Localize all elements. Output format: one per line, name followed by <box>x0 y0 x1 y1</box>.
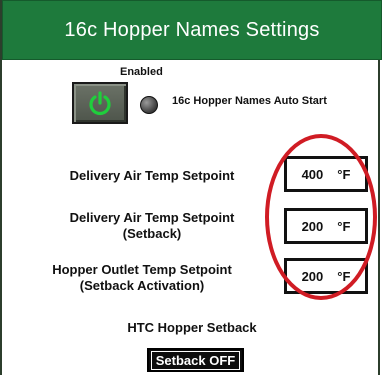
delivery-air-temp-setback-input[interactable]: 200 °F <box>284 208 368 244</box>
setpoint-label-3-line2: (Setback Activation) <box>79 278 205 293</box>
setpoint-label-3: Hopper Outlet Temp Setpoint (Setback Act… <box>12 262 272 294</box>
page-title: 16c Hopper Names Settings <box>64 18 320 41</box>
setpoint-label-1-line1: Delivery Air Temp Setpoint <box>69 168 235 183</box>
setpoint-label-3-line1: Hopper Outlet Temp Setpoint <box>52 262 232 277</box>
setpoint-value-3: 200 <box>301 268 324 284</box>
setpoint-unit-2: °F <box>337 218 351 234</box>
setpoint-label-2-line2: (Setback) <box>122 226 182 241</box>
delivery-air-temp-setpoint-input[interactable]: 400 °F <box>284 156 368 192</box>
auto-start-label: 16c Hopper Names Auto Start <box>172 95 327 107</box>
setback-button-label: Setback OFF <box>150 350 241 370</box>
setpoint-unit-1: °F <box>337 166 351 182</box>
enable-power-button[interactable] <box>72 82 128 124</box>
setpoint-value-1: 400 <box>301 166 324 182</box>
setback-toggle-button[interactable]: Setback OFF <box>147 348 244 372</box>
setpoint-label-1: Delivery Air Temp Setpoint <box>32 168 272 184</box>
enabled-label: Enabled <box>120 66 163 78</box>
auto-start-indicator-led <box>140 96 158 114</box>
hopper-outlet-temp-setpoint-input[interactable]: 200 °F <box>284 258 368 294</box>
setpoint-unit-3: °F <box>337 268 351 284</box>
setpoint-value-2: 200 <box>301 218 324 234</box>
setpoint-label-2: Delivery Air Temp Setpoint (Setback) <box>32 210 272 242</box>
setpoint-label-2-line1: Delivery Air Temp Setpoint <box>69 210 235 225</box>
settings-panel: 16c Hopper Names Settings Enabled 16c Ho… <box>0 0 382 375</box>
power-icon <box>89 91 111 116</box>
setback-section-title: HTC Hopper Setback <box>127 320 257 335</box>
title-bar: 16c Hopper Names Settings <box>2 0 382 60</box>
